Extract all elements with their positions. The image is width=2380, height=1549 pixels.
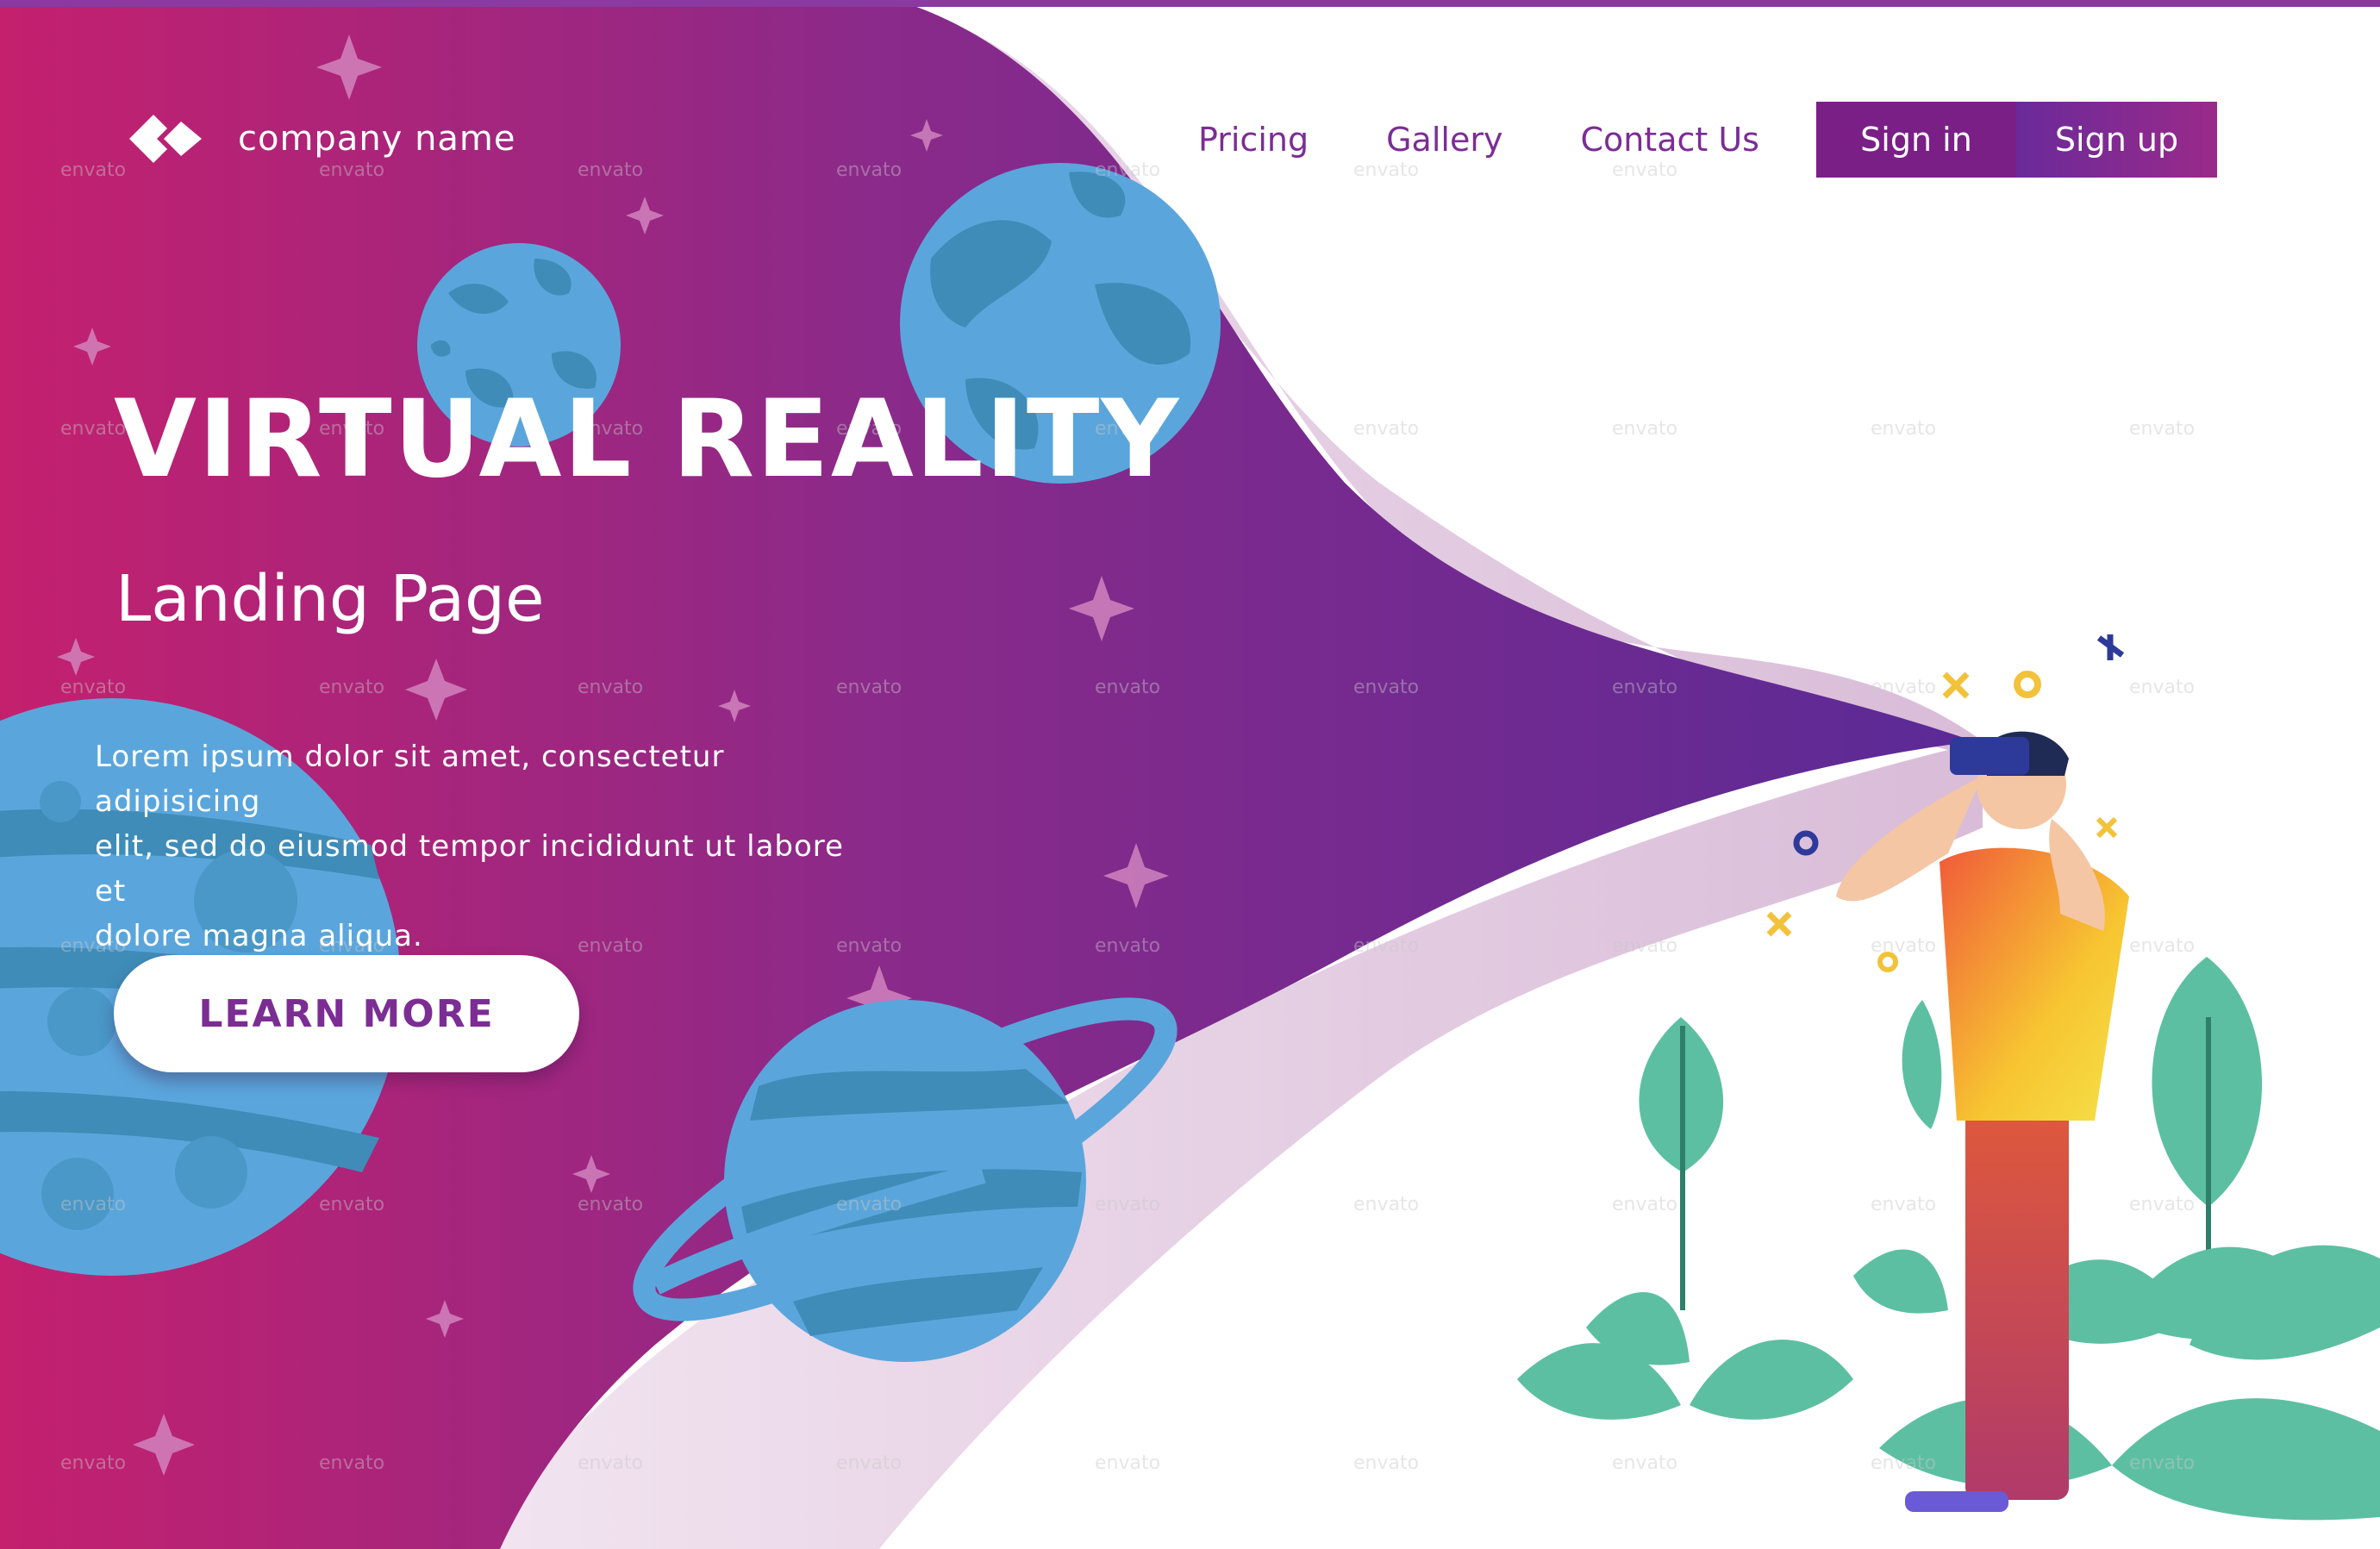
company-name: company name xyxy=(238,119,516,159)
top-border xyxy=(0,0,2380,7)
sign-up-button[interactable]: Sign up xyxy=(2015,102,2217,178)
nav-link-gallery[interactable]: Gallery xyxy=(1386,121,1502,159)
nav-link-pricing[interactable]: Pricing xyxy=(1198,121,1309,159)
brand[interactable]: company name xyxy=(128,110,516,167)
hero-description-line: Lorem ipsum dolor sit amet, consectetur … xyxy=(95,740,725,819)
hero-description-line: dolore magna aliqua. xyxy=(95,919,423,953)
hero-subtitle: Landing Page xyxy=(116,562,545,636)
hero-description: Lorem ipsum dolor sit amet, consectetur … xyxy=(95,734,871,959)
vr-person-illustration xyxy=(1836,731,2129,1512)
auth-buttons: Sign in Sign up xyxy=(1815,102,2217,178)
landing-page: envato envato envato envato envato envato enva… xyxy=(0,0,2380,1549)
diamond-chevron-logo-icon xyxy=(129,115,202,163)
hero-title: VIRTUAL REALITY xyxy=(114,378,1181,502)
top-nav: Pricing Gallery Contact Us Sign in Sign … xyxy=(1198,102,2217,178)
learn-more-button[interactable]: LEARN MORE xyxy=(114,955,579,1072)
nav-link-contact-us[interactable]: Contact Us xyxy=(1580,121,1759,159)
sign-in-button[interactable]: Sign in xyxy=(1815,102,2016,178)
hero-description-line: elit, sed do eiusmod tempor incididunt u… xyxy=(95,829,844,909)
plants xyxy=(1517,957,2380,1521)
